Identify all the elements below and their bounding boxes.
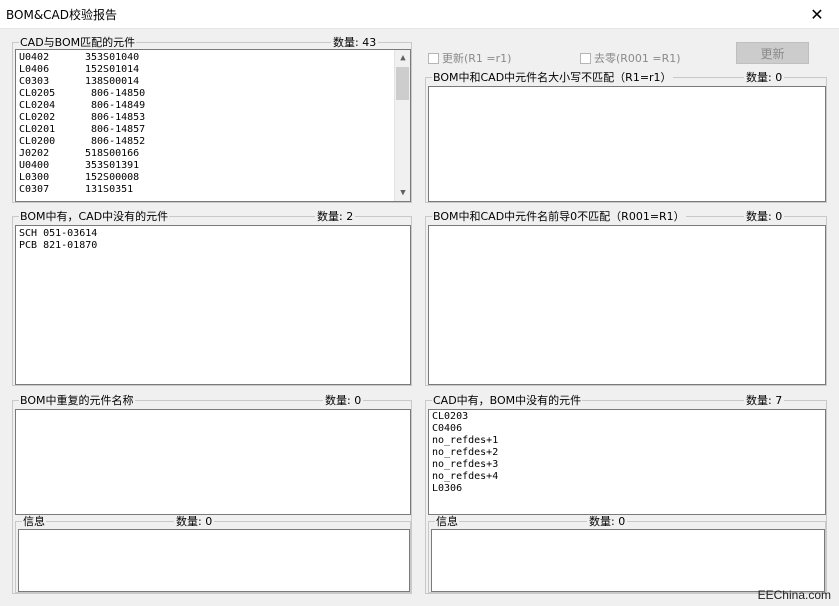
case-mismatch-count: 数量: 0 [744, 71, 785, 84]
remove-zero-checkbox-label: 去零(R001 =R1) [594, 52, 681, 65]
component-refdes: CL0202 [19, 112, 56, 123]
matched-components-count: 数量: 43 [331, 36, 379, 49]
list-item[interactable]: J0202 518S00166 [16, 148, 410, 160]
bom-only-list[interactable]: SCH 051-03614 PCB 821-01870 [15, 225, 411, 385]
cad-only-rows-container: CL0203 C0406 no_refdes+1 no_refdes+2 no_refd… [429, 411, 825, 495]
list-item[interactable]: CL0204 806-14849 [16, 100, 410, 112]
bom-duplicate-title: BOM中重复的元件名称 [19, 394, 135, 407]
list-item[interactable]: U0400 353S01391 [16, 160, 410, 172]
cad-only-title: CAD中有，BOM中没有的元件 [432, 394, 583, 407]
cad-only-group: CAD中有，BOM中没有的元件 数量: 7 CL0203 C0406 no_refd… [425, 394, 827, 594]
component-refdes: L0300 [19, 172, 50, 183]
cad-only-info-title: 信息 [435, 515, 459, 528]
list-item[interactable]: C0307 131S0351 [16, 184, 410, 196]
matched-rows-container: U0402 353S01040 L0406 152S01014 C0303 138S000… [16, 52, 410, 196]
cad-only-list[interactable]: CL0203 C0406 no_refdes+1 no_refdes+2 no_refd… [428, 409, 826, 515]
bom-only-group: BOM中有，CAD中没有的元件 数量: 2 SCH 051-03614 PCB 8… [12, 210, 412, 386]
list-item[interactable]: CL0203 [429, 411, 825, 423]
matched-list-scrollbar[interactable]: ▲ ▼ [394, 50, 410, 201]
component-part-number: 152S01014 [85, 64, 140, 75]
remove-zero-checkbox[interactable]: 去零(R001 =R1) [580, 50, 681, 66]
title-bar: BOM&CAD校验报告 ✕ [0, 0, 839, 29]
component-part-number: 806-14853 [85, 112, 146, 123]
list-item[interactable]: no_refdes+4 [429, 471, 825, 483]
bom-duplicate-info-group: 信息 数量: 0 [15, 515, 411, 593]
cad-only-info-box[interactable] [431, 529, 825, 592]
window-title: BOM&CAD校验报告 [6, 8, 118, 22]
component-refdes: U0400 [19, 160, 50, 171]
component-part-number: 353S01391 [85, 160, 140, 171]
checkbox-box[interactable] [580, 52, 591, 64]
component-part-number: 806-14852 [85, 136, 146, 147]
list-item[interactable]: U0402 353S01040 [16, 52, 410, 64]
close-icon: ✕ [810, 4, 824, 24]
matched-components-group: CAD与BOM匹配的元件 数量: 43 U0402 353S01040 L0406 1… [12, 36, 412, 203]
component-part-number: 353S01040 [85, 52, 140, 63]
bom-only-rows-container: SCH 051-03614 PCB 821-01870 [16, 228, 410, 252]
bom-duplicate-info-count: 数量: 0 [174, 515, 215, 528]
watermark: EEChina.com [757, 588, 831, 602]
component-refdes: CL0204 [19, 100, 56, 111]
case-mismatch-list[interactable] [428, 86, 826, 202]
cad-only-info-count: 数量: 0 [587, 515, 628, 528]
component-refdes: CL0200 [19, 136, 56, 147]
component-part-number: 518S00166 [85, 148, 140, 159]
component-part-number: 152S00008 [85, 172, 140, 183]
scroll-thumb[interactable] [396, 67, 409, 100]
case-mismatch-group: BOM中和CAD中元件名大小写不匹配（R1=r1） 数量: 0 [425, 71, 827, 203]
bom-duplicate-count: 数量: 0 [323, 394, 364, 407]
checkbox-box[interactable] [428, 52, 439, 64]
list-item[interactable]: no_refdes+2 [429, 447, 825, 459]
bom-duplicate-list[interactable] [15, 409, 411, 515]
list-item[interactable]: C0303 138S00014 [16, 76, 410, 88]
scroll-down-arrow-icon[interactable]: ▼ [395, 185, 410, 201]
update-case-checkbox-label: 更新(R1 =r1) [442, 52, 512, 65]
component-refdes: C0307 [19, 184, 50, 195]
list-item[interactable]: PCB 821-01870 [16, 240, 410, 252]
list-item[interactable]: no_refdes+1 [429, 435, 825, 447]
cad-only-count: 数量: 7 [744, 394, 785, 407]
component-refdes: C0303 [19, 76, 50, 87]
bom-duplicate-group: BOM中重复的元件名称 数量: 0 信息 数量: 0 [12, 394, 412, 594]
close-button[interactable]: ✕ [795, 0, 839, 28]
update-button[interactable]: 更新 [736, 42, 809, 64]
bom-only-title: BOM中有，CAD中没有的元件 [19, 210, 170, 223]
component-part-number: 806-14857 [85, 124, 146, 135]
list-item[interactable]: CL0200 806-14852 [16, 136, 410, 148]
bom-only-count: 数量: 2 [315, 210, 356, 223]
list-item[interactable]: C0406 [429, 423, 825, 435]
bom-duplicate-info-title: 信息 [22, 515, 46, 528]
component-refdes: CL0201 [19, 124, 56, 135]
leading-zero-title: BOM中和CAD中元件名前导0不匹配（R001=R1） [432, 210, 686, 223]
leading-zero-list[interactable] [428, 225, 826, 385]
component-part-number: 806-14849 [85, 100, 146, 111]
leading-zero-count: 数量: 0 [744, 210, 785, 223]
list-item[interactable]: L0406 152S01014 [16, 64, 410, 76]
list-item[interactable]: L0306 [429, 483, 825, 495]
component-part-number: 138S00014 [85, 76, 140, 87]
component-refdes: CL0205 [19, 88, 56, 99]
component-refdes: U0402 [19, 52, 50, 63]
component-refdes: L0406 [19, 64, 50, 75]
component-part-number: 806-14850 [85, 88, 146, 99]
list-item[interactable]: CL0201 806-14857 [16, 124, 410, 136]
list-item[interactable]: CL0205 806-14850 [16, 88, 410, 100]
component-part-number: 131S0351 [85, 184, 134, 195]
matched-components-list[interactable]: U0402 353S01040 L0406 152S01014 C0303 138S000… [15, 49, 411, 202]
list-item[interactable]: no_refdes+3 [429, 459, 825, 471]
case-mismatch-title: BOM中和CAD中元件名大小写不匹配（R1=r1） [432, 71, 673, 84]
list-item[interactable]: L0300 152S00008 [16, 172, 410, 184]
bom-duplicate-info-box[interactable] [18, 529, 410, 592]
matched-components-title: CAD与BOM匹配的元件 [19, 36, 137, 49]
update-case-checkbox[interactable]: 更新(R1 =r1) [428, 50, 511, 66]
scroll-up-arrow-icon[interactable]: ▲ [395, 50, 410, 66]
component-refdes: J0202 [19, 148, 50, 159]
cad-only-info-group: 信息 数量: 0 [428, 515, 826, 593]
list-item[interactable]: SCH 051-03614 [16, 228, 410, 240]
list-item[interactable]: CL0202 806-14853 [16, 112, 410, 124]
leading-zero-group: BOM中和CAD中元件名前导0不匹配（R001=R1） 数量: 0 [425, 210, 827, 386]
